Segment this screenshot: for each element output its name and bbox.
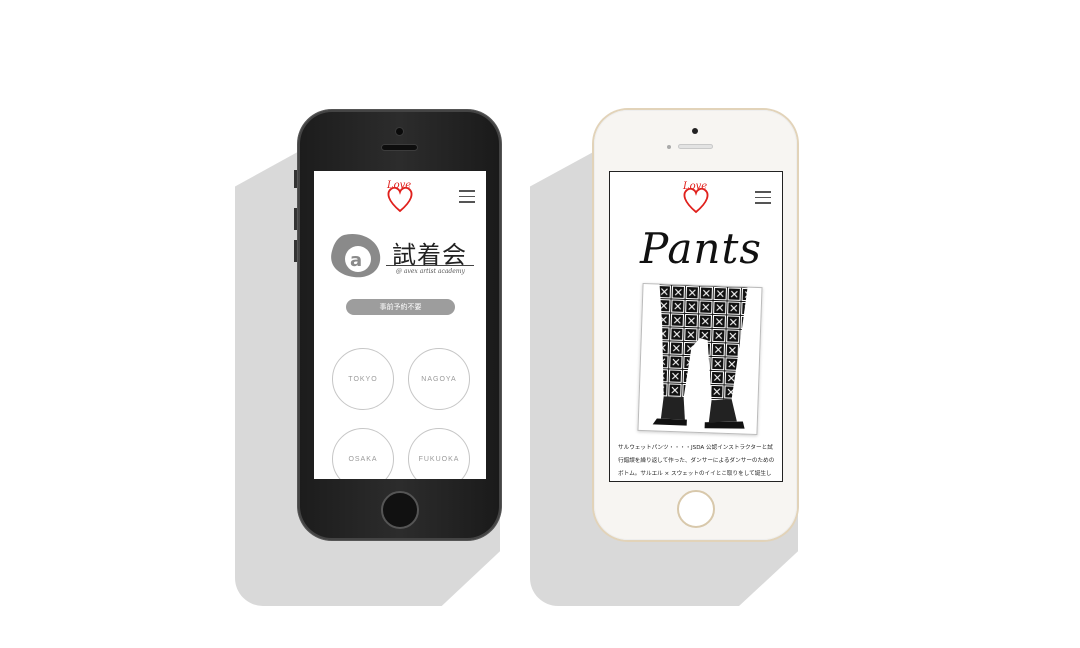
right-phone-frame: Love Pants サルウェットパンツ・・・・JSDA 公認インストラクターと… xyxy=(594,110,797,540)
hamburger-menu-icon[interactable] xyxy=(459,190,475,207)
front-camera xyxy=(396,128,403,135)
earpiece xyxy=(382,145,417,150)
left-phone-frame: Love a 試着会 @ avex artist academy 事前予約不要 … xyxy=(294,110,501,540)
left-phone-screen: Love a 試着会 @ avex artist academy 事前予約不要 … xyxy=(314,171,486,479)
front-camera xyxy=(692,128,698,134)
volume-button xyxy=(294,240,297,262)
hamburger-menu-icon[interactable] xyxy=(755,191,771,208)
logo-text: Love xyxy=(682,181,707,192)
no-reservation-pill[interactable]: 事前予約不要 xyxy=(346,299,455,315)
city-button-nagoya[interactable]: NAGOYA xyxy=(408,348,470,410)
city-button-tokyo[interactable]: TOKYO xyxy=(332,348,394,410)
pants-image xyxy=(652,284,748,429)
heading-underline xyxy=(386,265,474,266)
avex-logo: a xyxy=(331,233,381,278)
subtitle: @ avex artist academy xyxy=(396,268,465,275)
city-button-fukuoka[interactable]: FUKUOKA xyxy=(408,428,470,479)
product-image-frame[interactable] xyxy=(637,282,763,436)
logo-text: Love xyxy=(386,180,411,191)
love-heart-logo[interactable]: Love xyxy=(384,177,416,215)
volume-button xyxy=(294,170,297,188)
page-heading: Pants xyxy=(640,224,762,273)
home-button[interactable] xyxy=(677,490,715,528)
right-phone-screen: Love Pants サルウェットパンツ・・・・JSDA 公認インストラクターと… xyxy=(609,171,783,482)
proximity-sensor xyxy=(667,145,671,149)
city-button-osaka[interactable]: OSAKA xyxy=(332,428,394,479)
home-button[interactable] xyxy=(381,491,419,529)
svg-text:a: a xyxy=(350,250,362,271)
love-heart-logo[interactable]: Love xyxy=(680,178,712,216)
earpiece xyxy=(678,144,713,149)
product-description: サルウェットパンツ・・・・JSDA 公認インストラクターと試行錯誤を繰り返して作… xyxy=(618,445,775,477)
volume-button xyxy=(294,208,297,230)
